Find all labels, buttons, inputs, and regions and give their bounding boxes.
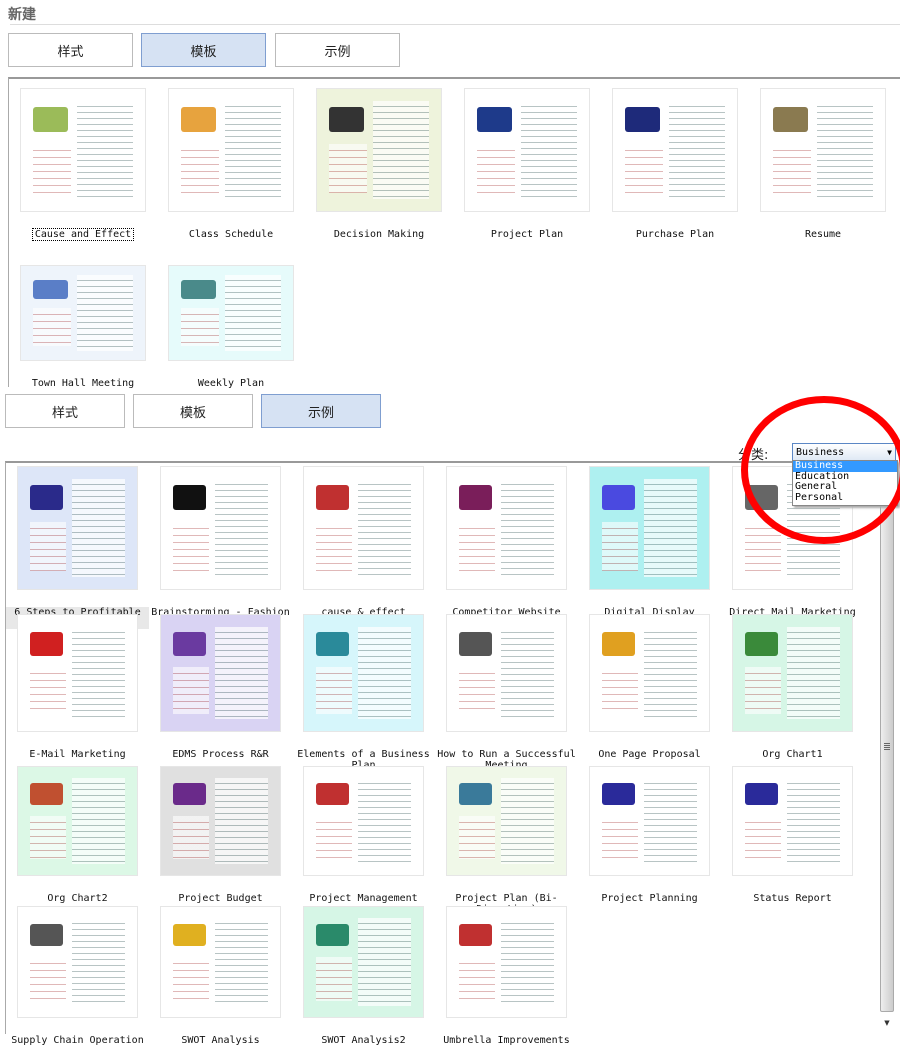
category-option[interactable]: General xyxy=(793,481,897,493)
template-thumbnail xyxy=(20,88,146,212)
template-item[interactable]: Project Plan (Bi-Direction) xyxy=(435,766,578,915)
template-label: Supply Chain Operation xyxy=(11,1035,144,1046)
template-thumbnail xyxy=(160,614,281,732)
template-thumbnail xyxy=(160,906,281,1018)
template-item[interactable]: Weekly Plan xyxy=(157,265,305,389)
template-thumbnail xyxy=(589,466,710,590)
template-item[interactable]: 6 Steps to Profitable Planning xyxy=(6,466,149,629)
template-thumbnail xyxy=(464,88,590,212)
template-thumbnail xyxy=(17,614,138,732)
template-item[interactable]: Project Management xyxy=(292,766,435,904)
template-label: Class Schedule xyxy=(188,229,274,240)
tab-example[interactable]: 示例 xyxy=(261,394,381,428)
chevron-down-icon: ▼ xyxy=(887,448,892,457)
template-thumbnail xyxy=(17,466,138,590)
template-label: Project Plan xyxy=(490,229,564,240)
template-label: SWOT Analysis xyxy=(181,1035,260,1046)
template-label: Umbrella Improvements xyxy=(443,1035,570,1046)
template-thumbnail xyxy=(446,466,567,590)
category-option[interactable]: Personal xyxy=(793,492,897,504)
template-item[interactable]: Brainstorming - Fashion for the Digital … xyxy=(149,466,292,629)
grip-icon xyxy=(884,743,890,750)
template-label: SWOT Analysis2 xyxy=(321,1035,406,1046)
template-item[interactable]: Umbrella Improvements xyxy=(435,906,578,1046)
template-thumbnail xyxy=(303,766,424,876)
category-dropdown-list: Business Education General Personal xyxy=(792,460,898,506)
template-label: Cause and Effect xyxy=(31,228,135,241)
template-label: Resume xyxy=(804,229,842,240)
template-label: EDMS Process R&R xyxy=(172,749,269,760)
template-item[interactable]: Project Plan xyxy=(453,88,601,240)
template-item[interactable]: One Page Proposal xyxy=(578,614,721,760)
tab-example[interactable]: 示例 xyxy=(275,33,400,67)
template-label: Purchase Plan xyxy=(635,229,715,240)
template-thumbnail xyxy=(17,906,138,1018)
template-thumbnail xyxy=(303,906,424,1018)
template-label: Project Management xyxy=(309,893,418,904)
template-label: Org Chart2 xyxy=(47,893,108,904)
template-thumbnail xyxy=(446,614,567,732)
template-item[interactable]: SWOT Analysis xyxy=(149,906,292,1046)
template-item[interactable]: E-Mail Marketing xyxy=(6,614,149,760)
template-item[interactable]: Project Planning xyxy=(578,766,721,904)
template-item[interactable]: How to Run a Successful Meeting xyxy=(435,614,578,771)
template-label: E-Mail Marketing xyxy=(29,749,126,760)
template-thumbnail xyxy=(303,614,424,732)
template-thumbnail xyxy=(732,766,853,876)
template-thumbnail xyxy=(160,766,281,876)
template-item[interactable]: Elements of a Business Plan xyxy=(292,614,435,771)
template-thumbnail xyxy=(446,766,567,876)
template-thumbnail xyxy=(316,88,442,212)
template-thumbnail xyxy=(168,265,294,361)
template-item[interactable]: Cause and Effect xyxy=(9,88,157,241)
template-item[interactable]: cause & effect xyxy=(292,466,435,618)
template-label: Project Planning xyxy=(601,893,698,904)
tab-template[interactable]: 模板 xyxy=(141,33,266,67)
template-label: Project Budget xyxy=(178,893,263,904)
tab-template[interactable]: 模板 xyxy=(133,394,253,428)
tab-style[interactable]: 样式 xyxy=(8,33,133,67)
template-thumbnail xyxy=(303,466,424,590)
template-item[interactable]: Resume xyxy=(749,88,897,240)
template-thumbnail xyxy=(168,88,294,212)
template-item[interactable]: Class Schedule xyxy=(157,88,305,240)
scrollbar-thumb[interactable] xyxy=(880,492,894,1012)
divider xyxy=(10,24,900,25)
template-label: Weekly Plan xyxy=(197,378,265,389)
template-item[interactable]: Org Chart1 xyxy=(721,614,864,760)
template-thumbnail xyxy=(760,88,886,212)
template-label: Status Report xyxy=(753,893,832,904)
template-thumbnail xyxy=(612,88,738,212)
template-label: Town Hall Meeting xyxy=(31,378,135,389)
template-item[interactable]: Status Report xyxy=(721,766,864,904)
template-thumbnail xyxy=(589,614,710,732)
template-thumbnail xyxy=(160,466,281,590)
template-item[interactable]: SWOT Analysis2 xyxy=(292,906,435,1046)
template-item[interactable]: Digital Display Business Plan xyxy=(578,466,721,629)
template-item[interactable]: Project Budget xyxy=(149,766,292,904)
template-label: Org Chart1 xyxy=(762,749,823,760)
dialog-title: 新建 xyxy=(8,7,36,23)
category-select[interactable]: Business ▼ xyxy=(792,443,896,461)
category-option[interactable]: Business xyxy=(793,460,897,472)
template-item[interactable]: Purchase Plan xyxy=(601,88,749,240)
template-thumbnail xyxy=(446,906,567,1018)
tab-style[interactable]: 样式 xyxy=(5,394,125,428)
scroll-down-arrow-icon[interactable]: ▼ xyxy=(880,1014,894,1032)
template-item[interactable]: Competitor Website Benchmarking xyxy=(435,466,578,629)
template-item[interactable]: EDMS Process R&R xyxy=(149,614,292,760)
template-label: Decision Making xyxy=(333,229,425,240)
category-selected-value: Business xyxy=(796,447,845,458)
template-item[interactable]: Org Chart2 xyxy=(6,766,149,904)
template-label: One Page Proposal xyxy=(598,749,701,760)
template-thumbnail xyxy=(17,766,138,876)
template-item[interactable]: Decision Making xyxy=(305,88,453,240)
template-item[interactable]: Supply Chain Operation xyxy=(6,906,149,1046)
template-thumbnail xyxy=(20,265,146,361)
template-thumbnail xyxy=(589,766,710,876)
template-item[interactable]: Town Hall Meeting xyxy=(9,265,157,389)
template-thumbnail xyxy=(732,614,853,732)
